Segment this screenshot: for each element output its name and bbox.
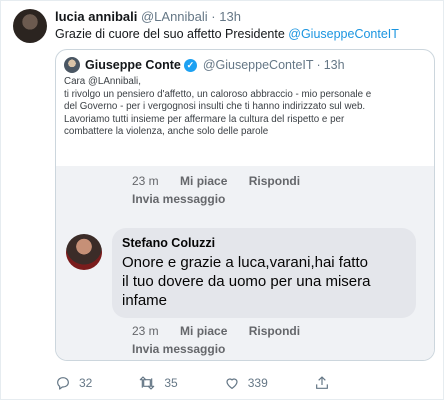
share-button[interactable]: [314, 375, 338, 391]
letter-line: ti rivolgo un pensiero d'affetto, un cal…: [64, 88, 372, 100]
like-icon: [226, 378, 238, 389]
tweet-actions: 32 35 339: [55, 373, 435, 393]
header-separator: ·: [211, 9, 216, 24]
comment-time: 23 m: [132, 324, 159, 338]
tweet-time[interactable]: 13h: [219, 9, 241, 24]
send-message-link: Invia messaggio: [132, 342, 226, 356]
comment-time: 23 m: [132, 174, 159, 188]
share-icon: [315, 376, 328, 389]
verified-icon: ✓: [183, 58, 197, 72]
quoted-tweet-text: Cara @LAnnibali, ti rivolgo un pensiero …: [64, 76, 432, 139]
comment-bubble: Stefano Coluzzi Onore e grazie a luca,va…: [112, 228, 416, 318]
reply-icon: [57, 377, 69, 390]
retweet-count: 35: [164, 376, 178, 390]
author-avatar[interactable]: [13, 9, 47, 43]
retweet-button[interactable]: 35: [138, 375, 178, 391]
quoted-author-handle: @GiuseppeConteIT: [202, 58, 314, 72]
commenter-avatar: [66, 234, 102, 270]
letter-line: del Governo - per i vergognosi insulti c…: [64, 101, 366, 113]
tweet-text: Grazie di cuore del suo affetto Presiden…: [55, 27, 399, 41]
quoted-tweet[interactable]: Giuseppe Conte ✓ @GiuseppeConteIT · 13h …: [55, 49, 435, 361]
tweet-text-body: Grazie di cuore del suo affetto Presiden…: [55, 27, 289, 41]
letter-line: Cara @LAnnibali,: [64, 76, 141, 87]
commenter-name: Stefano Coluzzi: [122, 236, 216, 250]
comment-line: il tuo dovere da uomo per una misera: [122, 273, 371, 290]
letter-line: Lavoriamo tutti insieme per affermare la…: [64, 113, 345, 125]
like-link: Mi piace: [180, 174, 228, 188]
reply-button[interactable]: 32: [55, 375, 92, 391]
comment-line: Onore e grazie a luca,varani,hai fatto: [122, 254, 368, 271]
tweet-mention-link[interactable]: @GiuseppeConteIT: [288, 27, 399, 41]
comment-text: Onore e grazie a luca,varani,hai fatto i…: [122, 253, 406, 310]
author-name[interactable]: lucia annibali: [55, 9, 137, 24]
reply-link: Rispondi: [248, 174, 301, 188]
retweet-icon: [140, 376, 155, 390]
quoted-tweet-header: Giuseppe Conte ✓ @GiuseppeConteIT · 13h: [64, 57, 345, 73]
quoted-author-avatar: [64, 57, 80, 73]
tweet-card[interactable]: lucia annibali @LAnnibali · 13h Grazie d…: [0, 0, 444, 400]
tweet-header: lucia annibali @LAnnibali · 13h: [55, 9, 241, 24]
comment-line: infame: [122, 292, 168, 309]
comment-meta-row: 23 m Mi piace Rispondi: [132, 324, 318, 338]
like-link: Mi piace: [180, 324, 228, 338]
comment-meta-row: 23 m Mi piace Rispondi: [132, 174, 318, 188]
reply-count: 32: [79, 376, 93, 390]
like-count: 339: [247, 376, 268, 390]
send-message-link: Invia messaggio: [132, 192, 226, 206]
like-button[interactable]: 339: [224, 375, 268, 391]
author-handle[interactable]: @LAnnibali: [141, 9, 208, 24]
quoted-tweet-time: 13h: [323, 58, 345, 72]
facebook-comment-screenshot: 23 m Mi piace Rispondi Invia messaggio S…: [56, 166, 434, 360]
quoted-author-name: Giuseppe Conte: [85, 58, 181, 72]
reply-link: Rispondi: [248, 324, 301, 338]
quoted-header-separator: ·: [316, 58, 321, 72]
letter-line: combattere la violenza, anche solo delle…: [64, 126, 269, 138]
